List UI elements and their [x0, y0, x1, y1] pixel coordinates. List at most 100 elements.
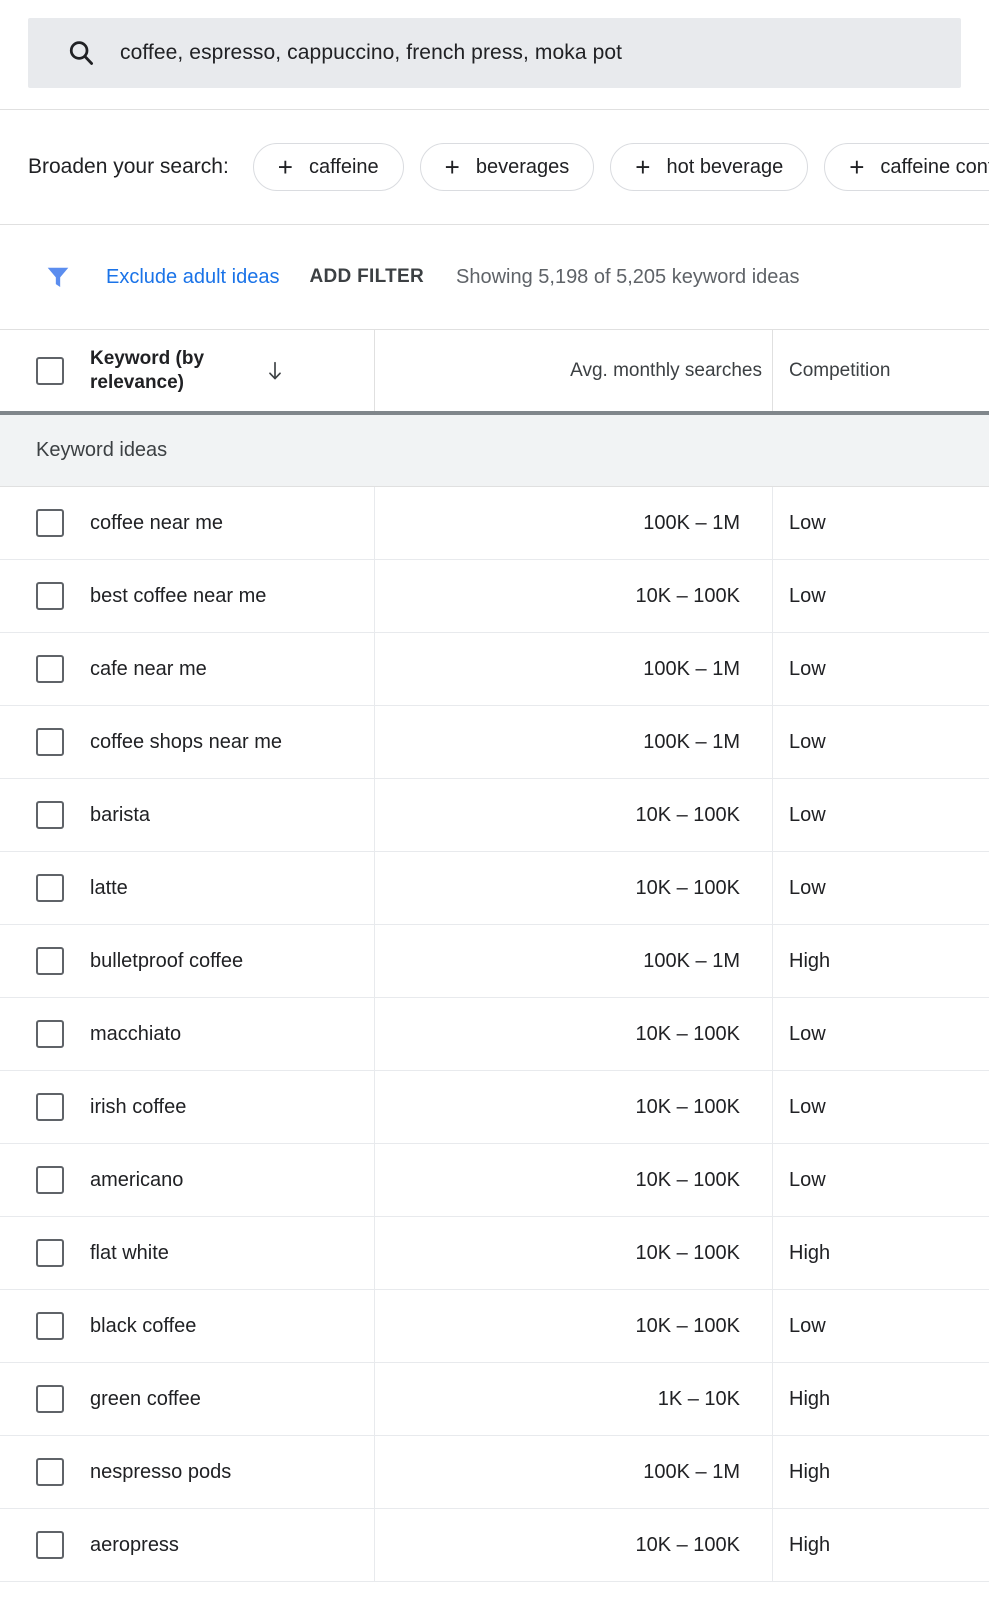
row-cell-keyword[interactable]: coffee near me	[0, 487, 375, 559]
keyword-planner-page: coffee, espresso, cappuccino, french pre…	[0, 0, 989, 1600]
row-checkbox[interactable]	[36, 655, 64, 683]
table-row[interactable]: nespresso pods100K – 1MHigh	[0, 1436, 989, 1509]
row-checkbox[interactable]	[36, 1166, 64, 1194]
row-cell-keyword[interactable]: bulletproof coffee	[0, 925, 375, 997]
row-cell-keyword[interactable]: barista	[0, 779, 375, 851]
row-cell-competition: Low	[773, 706, 989, 778]
row-cell-competition: Low	[773, 1290, 989, 1362]
keyword-text: cafe near me	[90, 658, 207, 681]
plus-icon: +	[635, 154, 650, 180]
row-cell-avg-monthly-searches: 10K – 100K	[375, 779, 773, 851]
plus-icon: +	[849, 154, 864, 180]
keyword-ideas-table: Keyword (by relevance) Avg. monthly sear…	[0, 330, 989, 1582]
table-header-row: Keyword (by relevance) Avg. monthly sear…	[0, 330, 989, 415]
keyword-text: coffee shops near me	[90, 731, 282, 754]
table-body: coffee near me100K – 1MLowbest coffee ne…	[0, 487, 989, 1582]
keyword-text: americano	[90, 1169, 183, 1192]
row-checkbox[interactable]	[36, 1093, 64, 1121]
table-row[interactable]: cafe near me100K – 1MLow	[0, 633, 989, 706]
header-cell-keyword[interactable]: Keyword (by relevance)	[0, 330, 375, 411]
keyword-text: flat white	[90, 1242, 169, 1265]
keyword-text: irish coffee	[90, 1096, 186, 1119]
row-cell-keyword[interactable]: black coffee	[0, 1290, 375, 1362]
row-cell-avg-monthly-searches: 100K – 1M	[375, 487, 773, 559]
row-cell-keyword[interactable]: cafe near me	[0, 633, 375, 705]
row-checkbox[interactable]	[36, 1020, 64, 1048]
row-cell-keyword[interactable]: nespresso pods	[0, 1436, 375, 1508]
row-checkbox[interactable]	[36, 801, 64, 829]
table-row[interactable]: green coffee1K – 10KHigh	[0, 1363, 989, 1436]
row-cell-keyword[interactable]: americano	[0, 1144, 375, 1216]
row-cell-competition: High	[773, 925, 989, 997]
keyword-text: aeropress	[90, 1534, 179, 1557]
row-cell-keyword[interactable]: aeropress	[0, 1509, 375, 1581]
broaden-chip-beverages[interactable]: + beverages	[420, 143, 595, 191]
table-row[interactable]: bulletproof coffee 100K – 1MHigh	[0, 925, 989, 998]
exclude-adult-ideas-link[interactable]: Exclude adult ideas	[106, 266, 279, 289]
row-checkbox[interactable]	[36, 728, 64, 756]
table-row[interactable]: americano10K – 100KLow	[0, 1144, 989, 1217]
row-checkbox[interactable]	[36, 1239, 64, 1267]
row-checkbox[interactable]	[36, 1312, 64, 1340]
row-cell-competition: Low	[773, 998, 989, 1070]
keyword-text: macchiato	[90, 1023, 181, 1046]
row-cell-competition: High	[773, 1436, 989, 1508]
row-cell-avg-monthly-searches: 1K – 10K	[375, 1363, 773, 1435]
chip-label: hot beverage	[666, 156, 783, 179]
select-all-checkbox[interactable]	[36, 357, 64, 385]
table-row[interactable]: black coffee10K – 100KLow	[0, 1290, 989, 1363]
table-row[interactable]: latte 10K – 100KLow	[0, 852, 989, 925]
search-icon	[66, 38, 96, 68]
row-cell-avg-monthly-searches: 10K – 100K	[375, 1290, 773, 1362]
row-checkbox[interactable]	[36, 947, 64, 975]
row-checkbox[interactable]	[36, 1531, 64, 1559]
keyword-text: latte	[90, 877, 128, 900]
row-cell-avg-monthly-searches: 10K – 100K	[375, 852, 773, 924]
row-cell-keyword[interactable]: coffee shops near me	[0, 706, 375, 778]
keyword-text: barista	[90, 804, 150, 827]
table-row[interactable]: best coffee near me10K – 100KLow	[0, 560, 989, 633]
header-keyword-label: Keyword (by relevance)	[90, 347, 240, 395]
row-cell-keyword[interactable]: green coffee	[0, 1363, 375, 1435]
row-checkbox[interactable]	[36, 874, 64, 902]
keyword-text: bulletproof coffee	[90, 950, 243, 973]
row-checkbox[interactable]	[36, 1385, 64, 1413]
broaden-chip-caffeine[interactable]: + caffeine	[253, 143, 404, 191]
row-cell-keyword[interactable]: flat white	[0, 1217, 375, 1289]
header-cell-competition[interactable]: Competition	[773, 330, 989, 411]
search-input[interactable]: coffee, espresso, cappuccino, french pre…	[28, 18, 961, 88]
row-cell-keyword[interactable]: latte	[0, 852, 375, 924]
table-row[interactable]: barista10K – 100KLow	[0, 779, 989, 852]
table-row[interactable]: flat white10K – 100KHigh	[0, 1217, 989, 1290]
table-row[interactable]: irish coffee10K – 100KLow	[0, 1071, 989, 1144]
row-cell-avg-monthly-searches: 10K – 100K	[375, 560, 773, 632]
table-row[interactable]: coffee near me100K – 1MLow	[0, 487, 989, 560]
row-cell-competition: Low	[773, 852, 989, 924]
broaden-chip-caffeine-content[interactable]: + caffeine content	[824, 143, 989, 191]
plus-icon: +	[445, 154, 460, 180]
table-row[interactable]: macchiato 10K – 100KLow	[0, 998, 989, 1071]
add-filter-button[interactable]: ADD FILTER	[309, 266, 424, 288]
header-cell-avg-monthly-searches[interactable]: Avg. monthly searches	[375, 330, 773, 411]
row-cell-keyword[interactable]: irish coffee	[0, 1071, 375, 1143]
keyword-text: nespresso pods	[90, 1461, 231, 1484]
keyword-text: green coffee	[90, 1388, 201, 1411]
broaden-search-label: Broaden your search:	[28, 155, 229, 179]
row-checkbox[interactable]	[36, 509, 64, 537]
row-checkbox[interactable]	[36, 1458, 64, 1486]
group-header-label: Keyword ideas	[36, 439, 167, 462]
row-cell-avg-monthly-searches: 10K – 100K	[375, 998, 773, 1070]
broaden-chip-hot-beverage[interactable]: + hot beverage	[610, 143, 808, 191]
search-section: coffee, espresso, cappuccino, french pre…	[0, 0, 989, 110]
row-cell-keyword[interactable]: macchiato	[0, 998, 375, 1070]
arrow-down-icon[interactable]	[240, 358, 286, 384]
keyword-text: best coffee near me	[90, 585, 266, 608]
row-cell-avg-monthly-searches: 100K – 1M	[375, 925, 773, 997]
table-row[interactable]: coffee shops near me100K – 1MLow	[0, 706, 989, 779]
row-cell-keyword[interactable]: best coffee near me	[0, 560, 375, 632]
row-cell-avg-monthly-searches: 10K – 100K	[375, 1217, 773, 1289]
table-row[interactable]: aeropress10K – 100KHigh	[0, 1509, 989, 1582]
row-cell-competition: High	[773, 1509, 989, 1581]
row-checkbox[interactable]	[36, 582, 64, 610]
filter-bar: Exclude adult ideas ADD FILTER Showing 5…	[0, 225, 989, 330]
